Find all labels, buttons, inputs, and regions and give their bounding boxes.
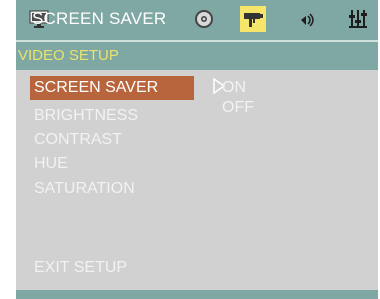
menu-item-screen-saver[interactable]: SCREEN SAVER [30,76,194,100]
osd-setup-window: SCREEN SAVER VIDEO SETUP SCREEN SAVER BR… [16,0,378,299]
section-header: VIDEO SETUP [16,42,378,70]
menu-item-brightness[interactable]: BRIGHTNESS [30,104,214,128]
menu-item-saturation[interactable]: SATURATION [30,177,214,201]
settings-sliders-icon[interactable] [346,7,370,31]
top-tab-bar: SCREEN SAVER [16,0,378,40]
camera-icon [244,13,263,27]
disc-icon[interactable] [192,7,216,31]
menu-item-hue[interactable]: HUE [30,152,214,176]
speaker-icon[interactable] [297,7,321,31]
option-off[interactable]: OFF [222,99,254,117]
section-title: VIDEO SETUP [18,47,119,64]
menu-item-contrast[interactable]: CONTRAST [30,128,214,152]
bottom-status-bar [16,290,378,299]
exit-setup-button[interactable]: EXIT SETUP [30,256,214,280]
option-on[interactable]: ON [222,79,246,97]
tab-screen-saver-label[interactable]: SCREEN SAVER [32,9,166,29]
